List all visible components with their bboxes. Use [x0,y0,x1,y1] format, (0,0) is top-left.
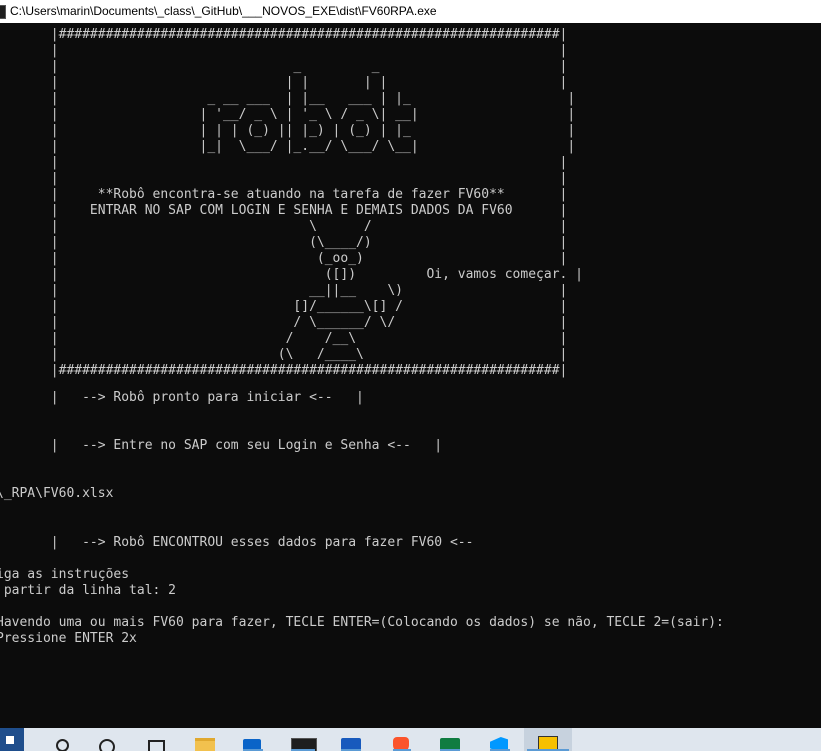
brave-button[interactable] [390,734,414,751]
word-button[interactable] [338,734,364,751]
window-title: C:\Users\marin\Documents\_class\_GitHub\… [10,4,437,18]
console-app-icon [0,5,6,19]
start-button[interactable] [0,728,24,751]
start-icon [6,736,14,744]
console-output[interactable]: |#######################################… [0,23,821,728]
robot-ascii-banner: |#######################################… [50,27,583,378]
cortana-button[interactable] [96,734,118,751]
title-bar: C:\Users\marin\Documents\_class\_GitHub\… [0,0,821,23]
console-last-line: Pressione ENTER 2x [0,631,137,646]
console-line-3: \_RPA\FV60.xlsx [0,486,114,501]
task-view-button[interactable] [145,734,167,751]
console-line-2: | --> Entre no SAP com seu Login e Senha… [0,438,443,453]
file-explorer-button[interactable] [192,734,218,751]
file-explorer-icon [195,738,215,751]
console-line-5: iga as instruções [0,567,130,582]
python-exe-button[interactable] [524,728,572,751]
console-prompt-line: Havendo uma ou mais FV60 para fazer, TEC… [0,615,724,630]
outlook-button[interactable] [240,734,266,751]
search-icon [56,739,69,751]
task-view-icon [148,740,165,751]
cortana-icon [99,739,115,751]
vscode-button[interactable] [487,734,513,751]
search-button[interactable] [52,734,72,751]
taskbar [0,728,821,751]
terminal-button[interactable] [288,734,318,751]
console-line-6: partir da linha tal: 2 [0,583,177,598]
console-line-1: | --> Robô pronto para iniciar <-- | [0,390,364,405]
console-line-4: | --> Robô ENCONTROU esses dados para fa… [0,535,474,550]
excel-button[interactable] [437,734,463,751]
